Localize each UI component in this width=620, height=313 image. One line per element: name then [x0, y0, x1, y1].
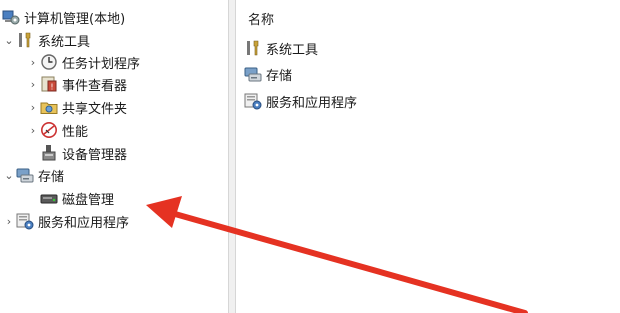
tree-item-label: 事件查看器	[62, 78, 128, 94]
details-pane: 名称 系统工具 存储 服务和应用程序	[236, 0, 620, 313]
tree-item-storage[interactable]: ⌄ 存储	[2, 164, 64, 186]
tree-item-system-tools[interactable]: ⌄ 系统工具	[2, 29, 90, 51]
tree-item-task-scheduler[interactable]: › 任务计划程序	[26, 51, 140, 73]
details-item-services[interactable]: 服务和应用程序	[244, 90, 357, 112]
tree-item-services[interactable]: › 服务和应用程序	[2, 210, 129, 232]
tree-item-root-label: 计算机管理(本地)	[24, 11, 126, 27]
svg-text:!: !	[50, 83, 53, 92]
chevron-right-icon[interactable]: ›	[26, 51, 40, 73]
details-item-storage[interactable]: 存储	[244, 63, 292, 85]
tools-icon	[16, 31, 34, 49]
tree-item-label: 存储	[38, 169, 65, 185]
chevron-right-icon[interactable]: ›	[26, 96, 40, 118]
performance-icon	[40, 121, 58, 139]
chevron-right-icon[interactable]: ›	[26, 119, 40, 141]
details-item-label: 服务和应用程序	[266, 95, 358, 111]
tree-item-event-viewer[interactable]: › ! 事件查看器	[26, 73, 127, 95]
disk-icon	[40, 189, 58, 207]
event-viewer-icon: !	[40, 75, 58, 93]
tree-item-shared-folders[interactable]: › 共享文件夹	[26, 96, 127, 118]
pane-splitter[interactable]	[228, 0, 236, 313]
tools-icon	[244, 39, 262, 57]
details-item-label: 存储	[266, 68, 293, 84]
details-item-label: 系统工具	[266, 42, 319, 58]
tree-item-performance[interactable]: › 性能	[26, 119, 88, 141]
computer-management-icon	[2, 8, 20, 26]
chevron-down-icon[interactable]: ⌄	[2, 29, 16, 51]
details-item-system-tools[interactable]: 系统工具	[244, 37, 318, 59]
tree-item-label: 设备管理器	[62, 147, 128, 163]
tree-item-device-manager[interactable]: 设备管理器	[40, 142, 127, 164]
chevron-right-icon[interactable]: ›	[26, 73, 40, 95]
chevron-down-icon[interactable]: ⌄	[2, 164, 16, 186]
services-icon	[244, 92, 262, 110]
tree-item-label: 任务计划程序	[62, 56, 141, 72]
column-header-name[interactable]: 名称	[248, 9, 274, 28]
tree-item-label: 共享文件夹	[62, 101, 128, 117]
tree-item-label: 性能	[62, 124, 89, 140]
chevron-right-icon[interactable]: ›	[2, 210, 16, 232]
navigation-tree: 计算机管理(本地) ⌄ 系统工具 › 任务计划程序 › ! 事件查看器 › 共享…	[0, 0, 228, 313]
tree-item-disk-management[interactable]: 磁盘管理	[40, 187, 114, 209]
storage-icon	[16, 166, 34, 184]
tree-item-label: 系统工具	[38, 34, 91, 50]
tree-item-label: 服务和应用程序	[38, 215, 130, 231]
services-icon	[16, 212, 34, 230]
clock-icon	[40, 53, 58, 71]
tree-item-root[interactable]: 计算机管理(本地)	[2, 6, 125, 28]
shared-folder-icon	[40, 98, 58, 116]
device-manager-icon	[40, 144, 58, 162]
storage-icon	[244, 65, 262, 83]
tree-item-label: 磁盘管理	[62, 192, 115, 208]
